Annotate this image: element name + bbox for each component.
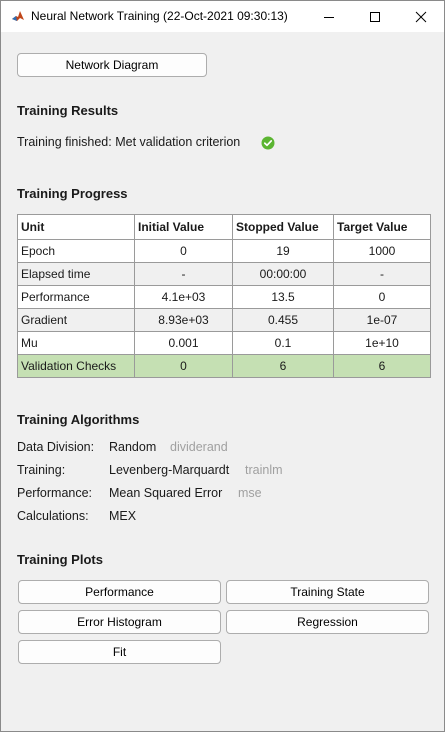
table-cell: 0.1 [232,331,334,355]
table-cell: Validation Checks [17,354,135,378]
algorithm-value-performance: Mean Squared Error [109,486,223,500]
training-status-text: Training finished: Met validation criter… [17,135,241,149]
training-window: Neural Network Training (22-Oct-2021 09:… [0,0,445,732]
fit-plot-button[interactable]: Fit [18,640,221,664]
table-cell: 4.1e+03 [134,285,233,309]
column-header-unit: Unit [17,214,135,240]
table-header-row: Unit Initial Value Stopped Value Target … [17,214,431,240]
algorithm-function-data-division: dividerand [170,440,228,454]
table-cell: Epoch [17,239,135,263]
table-cell: 6 [232,354,334,378]
training-progress-heading: Training Progress [17,186,128,201]
network-diagram-button[interactable]: Network Diagram [17,53,207,77]
minimize-icon [324,16,334,18]
maximize-button[interactable] [352,1,398,32]
table-cell: Performance [17,285,135,309]
table-cell: 0 [134,354,233,378]
window-title: Neural Network Training (22-Oct-2021 09:… [31,9,288,23]
training-plots-heading: Training Plots [17,552,103,567]
title-bar[interactable]: Neural Network Training (22-Oct-2021 09:… [1,1,444,32]
table-cell: 0.001 [134,331,233,355]
table-cell: - [134,262,233,286]
algorithm-label-training: Training: [17,463,66,477]
table-cell: 0.455 [232,308,334,332]
table-cell: 19 [232,239,334,263]
minimize-button[interactable] [306,1,352,32]
column-header-target: Target Value [333,214,431,240]
table-cell: 6 [333,354,431,378]
table-row-mu: Mu 0.001 0.1 1e+10 [17,331,431,355]
algorithm-value-data-division: Random [109,440,157,454]
table-row-validation-checks: Validation Checks 0 6 6 [17,354,431,378]
table-cell: 8.93e+03 [134,308,233,332]
algorithm-label-performance: Performance: [17,486,93,500]
table-cell: 13.5 [232,285,334,309]
training-progress-table: Unit Initial Value Stopped Value Target … [17,214,431,378]
table-cell: 1000 [333,239,431,263]
performance-plot-button[interactable]: Performance [18,580,221,604]
table-cell: 1e-07 [333,308,431,332]
table-cell: 00:00:00 [232,262,334,286]
algorithm-function-performance: mse [238,486,262,500]
column-header-initial: Initial Value [134,214,233,240]
algorithm-value-training: Levenberg-Marquardt [109,463,230,477]
matlab-app-icon [11,9,25,23]
table-row-elapsed-time: Elapsed time - 00:00:00 - [17,262,431,286]
table-cell: Mu [17,331,135,355]
table-row-epoch: Epoch 0 19 1000 [17,239,431,263]
table-cell: 0 [333,285,431,309]
table-row-performance: Performance 4.1e+03 13.5 0 [17,285,431,309]
maximize-icon [370,11,380,22]
table-cell: - [333,262,431,286]
training-algorithms-heading: Training Algorithms [17,412,140,427]
training-results-heading: Training Results [17,103,119,118]
regression-plot-button[interactable]: Regression [226,610,429,634]
table-cell: 0 [134,239,233,263]
algorithm-value-calculations: MEX [109,509,137,523]
algorithm-label-calculations: Calculations: [17,509,89,523]
algorithm-label-data-division: Data Division: [17,440,95,454]
table-cell: Elapsed time [17,262,135,286]
algorithm-function-training: trainlm [245,463,283,477]
column-header-stopped: Stopped Value [232,214,334,240]
close-button[interactable] [398,1,444,32]
close-icon [415,11,427,22]
error-histogram-plot-button[interactable]: Error Histogram [18,610,221,634]
check-circle-icon [261,136,275,150]
training-state-plot-button[interactable]: Training State [226,580,429,604]
table-cell: Gradient [17,308,135,332]
table-row-gradient: Gradient 8.93e+03 0.455 1e-07 [17,308,431,332]
table-cell: 1e+10 [333,331,431,355]
